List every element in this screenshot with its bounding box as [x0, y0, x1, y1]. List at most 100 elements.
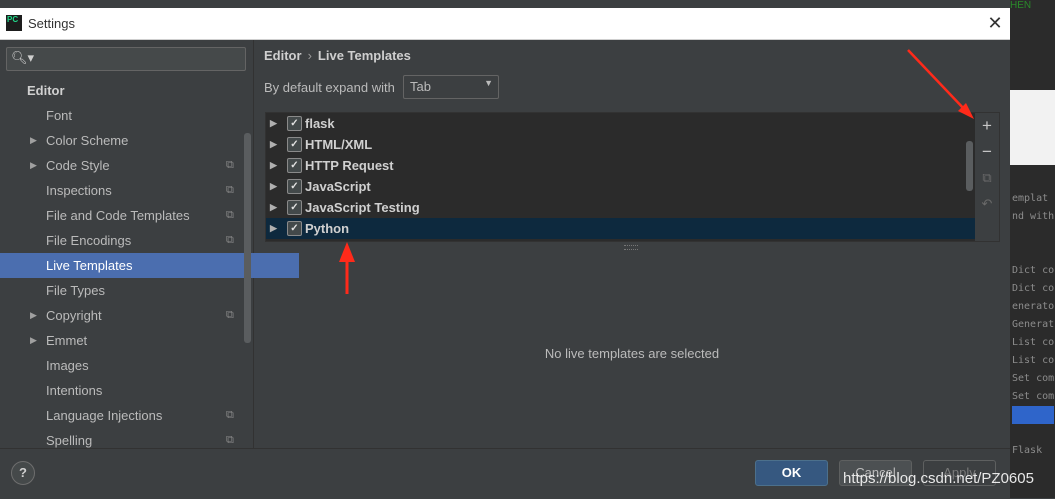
- sidebar-item[interactable]: ▶ Code Style ⧉: [0, 153, 245, 178]
- background-code-line: [1012, 424, 1054, 442]
- template-group-checkbox[interactable]: ✓: [287, 200, 302, 215]
- expand-arrow-icon[interactable]: ▶: [270, 155, 277, 176]
- background-code-line: enerato: [1012, 301, 1055, 312]
- sidebar-item-label: File Encodings: [46, 233, 132, 248]
- project-scope-icon: ⧉: [226, 159, 234, 171]
- template-group-checkbox[interactable]: ✓: [287, 221, 302, 236]
- add-icon[interactable]: +: [978, 117, 996, 135]
- sidebar-item-label: Live Templates: [46, 258, 133, 273]
- template-group-label: HTML/XML: [305, 137, 373, 152]
- empty-message: No live templates are selected: [544, 346, 720, 361]
- template-group-label: Python: [305, 221, 350, 236]
- remove-icon[interactable]: −: [978, 143, 996, 161]
- sidebar-item-label: Font: [46, 108, 73, 123]
- sidebar-item-label: Inspections: [46, 183, 112, 198]
- sidebar-section-editor[interactable]: Editor: [0, 78, 245, 103]
- sidebar-item[interactable]: Inspections ⧉: [0, 178, 245, 203]
- sidebar-item[interactable]: File Types: [0, 278, 245, 303]
- list-scrollbar[interactable]: [966, 141, 973, 191]
- settings-search-input[interactable]: 🔍︎▾: [6, 47, 246, 71]
- expand-arrow-icon[interactable]: ▶: [270, 218, 277, 239]
- project-scope-icon: ⧉: [226, 209, 234, 221]
- background-code-line: Set com: [1012, 373, 1055, 384]
- template-group-checkbox[interactable]: ✓: [287, 179, 302, 194]
- sidebar-item[interactable]: ▶ Color Scheme: [0, 128, 245, 153]
- background-code-line: nd with: [1012, 211, 1055, 222]
- watermark: https://blog.csdn.net/PZ0605: [843, 470, 1034, 487]
- background-text: HEN: [1010, 0, 1032, 11]
- background-code-line: [1012, 244, 1054, 262]
- expand-with-value: Tab: [410, 79, 431, 94]
- background-code-line: Generat: [1012, 319, 1055, 330]
- sidebar-item[interactable]: ▶ Emmet: [0, 328, 245, 353]
- background-code-line: [1012, 406, 1055, 424]
- template-group-row[interactable]: ▶ ✓ HTTP Request: [266, 155, 976, 176]
- sidebar-item[interactable]: ▶ Copyright ⧉: [0, 303, 245, 328]
- expand-arrow-icon[interactable]: ▶: [270, 113, 277, 134]
- project-scope-icon: ⧉: [226, 309, 234, 321]
- template-group-label: JavaScript Testing: [305, 200, 420, 215]
- sidebar-item-label: Language Injections: [46, 408, 163, 423]
- template-group-label: JavaScript: [305, 179, 371, 194]
- template-group-row[interactable]: ▶ ✓ JavaScript: [266, 176, 976, 197]
- expand-arrow-icon[interactable]: ▶: [30, 128, 37, 153]
- sidebar-item-label: Copyright: [46, 308, 102, 323]
- background-code-line: List co: [1012, 355, 1055, 366]
- close-icon[interactable]: ✕: [985, 13, 1005, 33]
- background-code-line: Dict co: [1012, 283, 1055, 294]
- settings-sidebar: 🔍︎▾ Editor Font ▶ Color Scheme ▶ Code Style ⧉…: [0, 40, 299, 448]
- template-group-row[interactable]: ▶ ✓ Python: [266, 218, 976, 239]
- template-group-label: HTTP Request: [305, 158, 394, 173]
- ok-button[interactable]: OK: [755, 460, 828, 486]
- splitter-grip[interactable]: [624, 245, 638, 250]
- sidebar-item[interactable]: Font: [0, 103, 245, 128]
- restore-icon[interactable]: ↶: [978, 195, 996, 213]
- help-button[interactable]: ?: [11, 461, 35, 485]
- settings-dialog: PC Settings ✕ 🔍︎▾ Editor Font ▶ Color Sche…: [0, 8, 1010, 499]
- sidebar-item-label: File and Code Templates: [46, 208, 190, 223]
- sidebar-item[interactable]: File Encodings ⧉: [0, 228, 245, 253]
- sidebar-item[interactable]: Intentions: [0, 378, 245, 403]
- expand-arrow-icon[interactable]: ▶: [30, 328, 37, 353]
- title-bar: PC Settings ✕: [0, 8, 1010, 40]
- expand-arrow-icon[interactable]: ▶: [270, 176, 277, 197]
- template-group-row[interactable]: ▶ ✓ HTML/XML: [266, 134, 976, 155]
- template-group-checkbox[interactable]: ✓: [287, 158, 302, 173]
- search-icon: 🔍︎▾: [11, 50, 35, 65]
- annotation-arrow-add: [907, 49, 974, 119]
- sidebar-item-label: Images: [46, 358, 89, 373]
- window-title: Settings: [28, 16, 75, 31]
- expand-arrow-icon[interactable]: ▶: [270, 134, 277, 155]
- sidebar-item-label: Emmet: [46, 333, 88, 348]
- project-scope-icon: ⧉: [226, 409, 234, 421]
- background-code-line: Set com: [1012, 391, 1055, 402]
- sidebar-item[interactable]: Images: [0, 353, 245, 378]
- project-scope-icon: ⧉: [226, 234, 234, 246]
- expand-arrow-icon[interactable]: ▶: [30, 153, 37, 178]
- expand-with-select[interactable]: Tab ▼: [403, 75, 499, 99]
- template-group-row[interactable]: ▶ ✓ flask: [266, 113, 976, 134]
- template-group-checkbox[interactable]: ✓: [287, 116, 302, 131]
- background-ide: HEN emplat nd with Dict co Dict co enerato Ge…: [1010, 0, 1055, 498]
- template-group-checkbox[interactable]: ✓: [287, 137, 302, 152]
- annotation-arrow-python: [339, 242, 355, 294]
- breadcrumb: Editor › Live Templates: [264, 48, 411, 63]
- sidebar-item-label: Color Scheme: [46, 133, 129, 148]
- expand-arrow-icon[interactable]: ▶: [30, 303, 37, 328]
- live-templates-panel: Editor › Live Templates By default expand …: [254, 40, 1010, 448]
- background-code-line: Flask: [1012, 445, 1043, 456]
- expand-arrow-icon[interactable]: ▶: [270, 197, 277, 218]
- sidebar-item[interactable]: File and Code Templates ⧉: [0, 203, 245, 228]
- chevron-down-icon: ▼: [484, 78, 493, 88]
- sidebar-item[interactable]: Language Injections ⧉: [0, 403, 245, 428]
- template-group-row[interactable]: ▶ ✓ JavaScript Testing: [266, 197, 976, 218]
- sidebar-item-label: Intentions: [46, 383, 103, 398]
- template-toolbar: + − ⧉ ↶: [975, 112, 1000, 242]
- background-panel: [1010, 90, 1055, 165]
- copy-icon[interactable]: ⧉: [978, 169, 996, 187]
- sidebar-item-label: Code Style: [46, 158, 110, 173]
- pycharm-app-icon: PC: [6, 15, 22, 31]
- template-groups-list: ▶ ✓ flask ▶ ✓ HTML/XML ▶ ✓ HTTP Request ▶ ✓ JavaScr…: [265, 112, 977, 242]
- sidebar-scrollbar[interactable]: [244, 133, 251, 343]
- sidebar-item-label: Spelling: [46, 433, 93, 448]
